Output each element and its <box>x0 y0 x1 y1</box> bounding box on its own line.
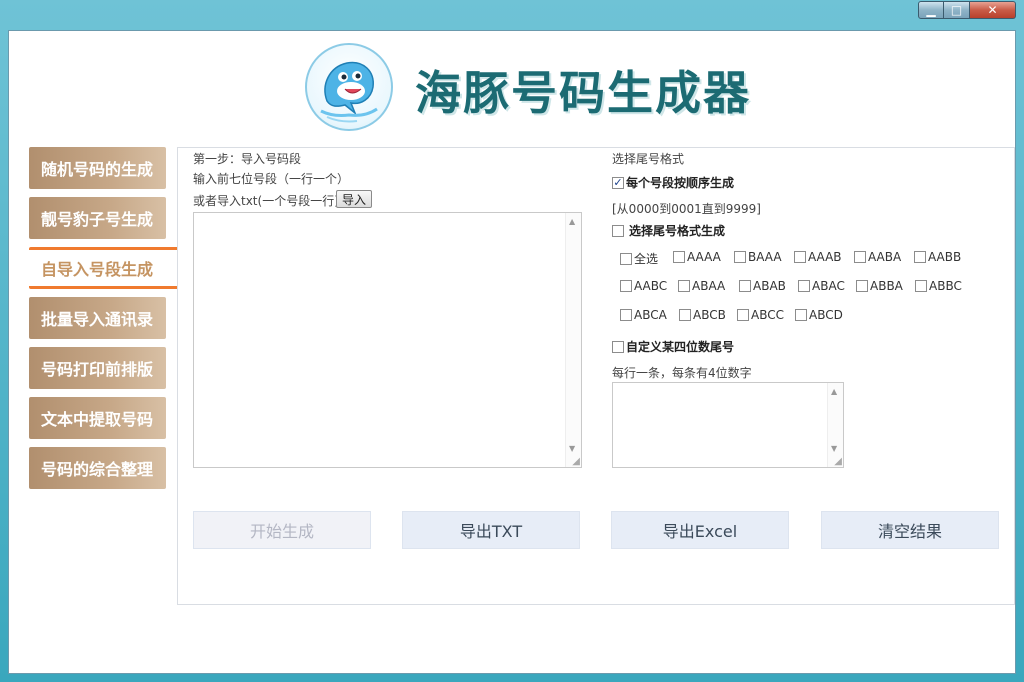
range-note: [从0000到0001直到9999] <box>612 202 761 216</box>
scroll-up-icon[interactable]: ▲ <box>831 387 837 396</box>
sidebar-item-batch-contacts[interactable]: 批量导入通讯录 <box>29 297 166 339</box>
title-bar <box>0 0 1024 30</box>
maximize-button[interactable]: □ <box>944 1 970 19</box>
format-label: BAAA <box>748 250 782 264</box>
scroll-down-icon[interactable]: ▼ <box>569 444 575 453</box>
client-area: 海豚号码生成器 随机号码的生成 靓号豹子号生成 自导入号段生成 批量导入通讯录 … <box>8 30 1016 674</box>
import-hint: 或者导入txt(一个号段一行) <box>193 194 339 208</box>
custom-textarea[interactable]: ▲ ▼ ◢ <box>612 382 844 468</box>
sidebar-item-print-layout[interactable]: 号码打印前排版 <box>29 347 166 389</box>
format-option-aaba[interactable]: AABA <box>854 250 901 264</box>
format-option-abac[interactable]: ABAC <box>798 279 845 293</box>
sequential-option[interactable]: ✓ 每个号段按顺序生成 <box>612 174 734 191</box>
format-option-aabb[interactable]: AABB <box>914 250 961 264</box>
format-label: ABCB <box>693 308 726 322</box>
custom-checkbox[interactable] <box>612 340 624 353</box>
format-generate-checkbox[interactable] <box>612 224 624 237</box>
format-label: ABBA <box>870 279 903 293</box>
sidebar-item-lucky-number[interactable]: 靓号豹子号生成 <box>29 197 166 239</box>
sidebar: 随机号码的生成 靓号豹子号生成 自导入号段生成 批量导入通讯录 号码打印前排版 … <box>29 147 181 497</box>
sequential-label: 每个号段按顺序生成 <box>626 176 735 190</box>
format-generate-label: 选择尾号格式生成 <box>629 224 726 238</box>
format-option-aabc[interactable]: AABC <box>620 279 667 293</box>
app-title: 海豚号码生成器 <box>415 66 751 120</box>
format-label: AABC <box>634 279 668 293</box>
resize-grip-icon[interactable]: ◢ <box>834 456 842 467</box>
format-label: AABB <box>928 250 962 264</box>
format-label: 全选 <box>634 252 659 266</box>
format-option-abcb[interactable]: ABCB <box>679 308 726 322</box>
format-option-all[interactable]: 全选 <box>620 250 658 267</box>
sequential-checkbox[interactable]: ✓ <box>612 176 624 189</box>
segment-textarea[interactable]: ▲ ▼ ◢ <box>193 212 582 468</box>
app-header: 海豚号码生成器 <box>305 43 805 143</box>
format-label: AABA <box>868 250 902 264</box>
step-label: 第一步：导入号码段 <box>193 152 302 166</box>
sidebar-item-extract-numbers[interactable]: 文本中提取号码 <box>29 397 166 439</box>
format-label: ABCC <box>751 308 784 322</box>
format-label: ABCA <box>634 308 667 322</box>
custom-option[interactable]: 自定义某四位数尾号 <box>612 338 734 355</box>
format-label: AAAA <box>687 250 721 264</box>
format-label: ABAB <box>753 279 786 293</box>
input-hint: 输入前七位号段（一行一个） <box>193 172 350 186</box>
scroll-up-icon[interactable]: ▲ <box>569 217 575 226</box>
dolphin-logo-icon <box>305 43 393 131</box>
select-format-label: 选择尾号格式 <box>612 152 685 166</box>
format-generate-option[interactable]: 选择尾号格式生成 <box>612 222 725 239</box>
start-generate-button[interactable]: 开始生成 <box>193 511 371 549</box>
format-option-aaab[interactable]: AAAB <box>794 250 842 264</box>
export-excel-button[interactable]: 导出Excel <box>611 511 789 549</box>
format-label: AAAB <box>808 250 842 264</box>
format-option-abbc[interactable]: ABBC <box>915 279 962 293</box>
format-option-abcd[interactable]: ABCD <box>795 308 843 322</box>
sidebar-item-random-number[interactable]: 随机号码的生成 <box>29 147 166 189</box>
close-button[interactable]: ✕ <box>970 1 1016 19</box>
textarea-scrollbar[interactable]: ▲ ▼ <box>565 213 581 467</box>
format-option-aaaa[interactable]: AAAA <box>673 250 721 264</box>
format-option-abab[interactable]: ABAB <box>739 279 786 293</box>
clear-results-button[interactable]: 清空结果 <box>821 511 999 549</box>
format-option-baaa[interactable]: BAAA <box>734 250 782 264</box>
sidebar-item-import-segment[interactable]: 自导入号段生成 <box>29 247 181 289</box>
import-button[interactable]: 导入 <box>336 190 373 208</box>
format-option-abba[interactable]: ABBA <box>856 279 903 293</box>
resize-grip-icon[interactable]: ◢ <box>572 456 580 467</box>
custom-hint: 每行一条，每条有4位数字 <box>612 366 752 380</box>
format-option-abca[interactable]: ABCA <box>620 308 667 322</box>
sidebar-item-number-organize[interactable]: 号码的综合整理 <box>29 447 166 489</box>
custom-scrollbar[interactable]: ▲ ▼ <box>827 383 843 467</box>
scroll-down-icon[interactable]: ▼ <box>831 444 837 453</box>
format-label: ABAC <box>812 279 845 293</box>
format-option-abaa[interactable]: ABAA <box>678 279 725 293</box>
export-txt-button[interactable]: 导出TXT <box>402 511 580 549</box>
custom-label: 自定义某四位数尾号 <box>626 340 735 354</box>
window-controls: ▁ □ ✕ <box>918 1 1016 19</box>
format-option-abcc[interactable]: ABCC <box>737 308 784 322</box>
minimize-button[interactable]: ▁ <box>918 1 944 19</box>
format-label: ABCD <box>809 308 843 322</box>
main-panel: 第一步：导入号码段 输入前七位号段（一行一个） 或者导入txt(一个号段一行) … <box>177 147 1015 605</box>
format-label: ABBC <box>929 279 962 293</box>
format-label: ABAA <box>692 279 726 293</box>
